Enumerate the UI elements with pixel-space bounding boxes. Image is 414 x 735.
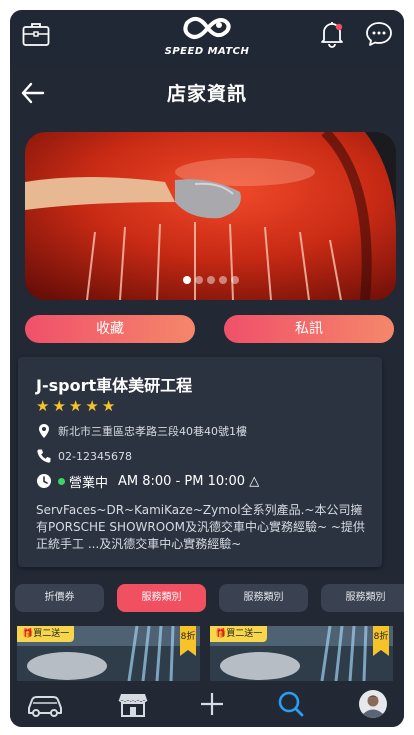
rating-stars: ★★★★★: [36, 397, 118, 415]
avatar[interactable]: [354, 688, 392, 720]
tab-service-category[interactable]: 服務類別: [219, 584, 308, 612]
location-pin-icon: [39, 424, 49, 438]
carousel-indicators: [25, 269, 396, 288]
promo-badge-label: 買二送一: [226, 629, 263, 639]
star-icon: ★: [52, 397, 69, 415]
carousel-dot[interactable]: [182, 276, 191, 284]
app-screen: SPEED MATCH 店家資訊 收藏 私訊 J-sport車体美研工程 ★★★…: [10, 10, 404, 727]
chat-icon[interactable]: [365, 20, 393, 48]
plus-icon[interactable]: [193, 688, 231, 720]
gift-icon: 🎁: [215, 629, 227, 639]
logo-mark-icon: [183, 16, 231, 39]
tab-service-category[interactable]: 服務類別: [321, 584, 404, 612]
carousel-dot[interactable]: [194, 276, 203, 284]
carousel-dot[interactable]: [206, 276, 215, 284]
store-info-card: J-sport車体美研工程 ★★★★★ 新北市三重區忠孝路三段40巷40號1樓 …: [18, 357, 382, 567]
bell-icon[interactable]: [319, 20, 345, 48]
clock-icon: [37, 474, 51, 488]
open-status-dot: [58, 477, 65, 485]
favorite-button[interactable]: 收藏: [25, 315, 195, 343]
bottom-navigation: [10, 682, 404, 727]
open-status: 營業中: [69, 475, 109, 491]
tab-service-category[interactable]: 服務類別: [117, 584, 206, 612]
star-icon: ★: [36, 397, 53, 415]
star-icon: ★: [101, 397, 119, 415]
briefcase-icon[interactable]: [22, 21, 50, 47]
star-icon: ★: [68, 397, 86, 415]
phone-row[interactable]: 02-12345678: [36, 446, 132, 466]
carousel-dot[interactable]: [230, 276, 239, 284]
phone-icon: [37, 449, 51, 463]
brand-name: SPEED MATCH: [164, 46, 250, 57]
promo-badge-label: 買二送一: [33, 629, 70, 639]
store-banner-carousel[interactable]: [25, 132, 396, 300]
page-title: 店家資訊: [166, 83, 247, 105]
tab-coupons[interactable]: 折價券: [15, 584, 104, 612]
store-phone: 02-12345678: [58, 449, 132, 463]
search-icon[interactable]: [272, 688, 310, 720]
title-bar: 店家資訊: [10, 66, 404, 122]
top-bar: SPEED MATCH: [10, 10, 404, 66]
store-address: 新北市三重區忠孝路三段40巷40號1樓: [58, 425, 247, 438]
store-description: ServFaces~DR~KamiKaze~Zymol全系列產品.~本公司擁有P…: [36, 503, 365, 551]
store-name: J-sport車体美研工程: [36, 376, 193, 395]
back-arrow-icon[interactable]: [20, 80, 46, 106]
car-icon[interactable]: [26, 688, 64, 720]
gift-icon: 🎁: [22, 629, 34, 639]
speed-match-logo: SPEED MATCH: [155, 15, 259, 61]
carousel-dot[interactable]: [218, 276, 227, 284]
notification-dot: [335, 23, 343, 31]
store-icon[interactable]: [114, 688, 152, 720]
promo-card[interactable]: 🎁買二送一 8折: [210, 626, 393, 681]
promo-card[interactable]: 🎁買二送一 8折: [17, 626, 200, 681]
hours-row[interactable]: 營業中 AM 8:00 - PM 10:00 △: [36, 471, 259, 491]
promo-badge: 🎁買二送一: [210, 626, 268, 642]
promo-badge: 🎁買二送一: [17, 626, 75, 642]
star-icon: ★: [85, 397, 102, 415]
message-button[interactable]: 私訊: [224, 315, 394, 343]
address-row[interactable]: 新北市三重區忠孝路三段40巷40號1樓: [36, 421, 247, 441]
opening-hours: AM 8:00 - PM 10:00 △: [118, 473, 260, 489]
